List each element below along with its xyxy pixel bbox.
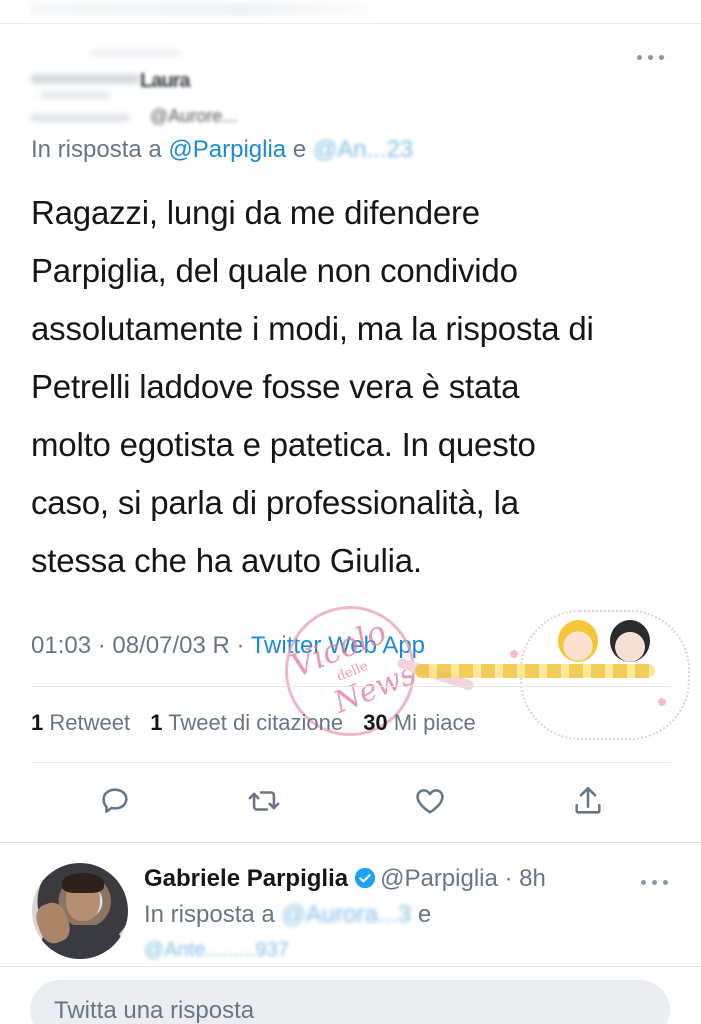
quote-stat[interactable]: 1 Tweet di citazione [150, 710, 343, 735]
obscured-fragment [30, 2, 390, 16]
obscuring-scribble [30, 114, 130, 122]
obscured-mention-link[interactable]: @Ante.........937 [144, 939, 289, 962]
tweet-text-line: Ragazzi, lungi da me difendere [31, 194, 480, 231]
reply-context: In risposta a @Aurora...3 e [144, 901, 431, 929]
mention-link[interactable]: @Parpiglia [168, 136, 286, 163]
tweet-stats: 1 Retweet 1 Tweet di citazione 30 Mi pia… [31, 710, 476, 736]
tweet-text-line: Parpiglia, del quale non condivido [31, 252, 518, 289]
chibi-logo [415, 610, 690, 740]
retweet-stat[interactable]: 1 Retweet [31, 710, 130, 735]
tweet-timestamp[interactable]: 01:03 · 08/07/03 R [31, 632, 230, 659]
author-handle[interactable]: @Aurore... [150, 106, 237, 127]
likes-stat[interactable]: 30 Mi piace [363, 710, 476, 735]
sparkle-icon [510, 650, 518, 658]
author-name[interactable]: Laura [140, 70, 190, 93]
reply-composer[interactable] [30, 980, 670, 1024]
dark-hair-character-icon [610, 620, 650, 662]
obscuring-scribble [90, 50, 180, 56]
avatar[interactable] [32, 863, 128, 959]
reply-timestamp[interactable]: · 8h [505, 865, 546, 892]
reply-context: In risposta a @Parpiglia e @An...23 [31, 136, 413, 164]
tweet-text-line: Petrelli laddove fosse vera è stata [31, 368, 520, 405]
tweet-actions [0, 776, 701, 826]
tweet-text-line: stessa che ha avuto Giulia. [31, 542, 422, 579]
reply-connector: e [292, 136, 307, 163]
reply-author-handle[interactable]: @Parpiglia [380, 865, 498, 892]
obscuring-scribble [30, 74, 140, 84]
obscured-mention-link[interactable]: @An...23 [313, 136, 413, 163]
reply-connector: e [417, 901, 432, 928]
reply-input[interactable] [54, 996, 614, 1024]
previous-content-strip [0, 0, 701, 24]
tweet-text: Ragazzi, lungi da me difendere Parpiglia… [31, 184, 681, 590]
tweet-text-line: molto egotista e patetica. In questo [31, 426, 536, 463]
tweet-text-line: caso, si parla di professionalità, la [31, 484, 519, 521]
obscuring-scribble [40, 92, 110, 99]
tweet-text-line: assolutamente i modi, ma la risposta di [31, 310, 594, 347]
share-icon[interactable] [571, 784, 605, 818]
logo-banner [415, 664, 655, 678]
tweet-author[interactable]: Laura @Aurore... [30, 44, 630, 134]
more-options-icon[interactable] [641, 877, 671, 887]
verified-badge-icon [354, 867, 376, 889]
reply-author-name[interactable]: Gabriele Parpiglia [144, 865, 348, 892]
reply-header: Gabriele Parpiglia @Parpiglia · 8h [144, 865, 546, 893]
divider [31, 686, 671, 687]
obscured-mention-link[interactable]: @Aurora...3 [281, 901, 411, 928]
retweet-icon[interactable] [247, 784, 281, 818]
divider [31, 762, 671, 763]
more-options-icon[interactable] [637, 52, 667, 62]
main-tweet: Laura @Aurore... In risposta a @Parpigli… [0, 24, 701, 842]
meta-separator: · [236, 632, 245, 659]
reply-icon[interactable] [98, 784, 132, 818]
like-icon[interactable] [413, 784, 447, 818]
reply-prefix: In risposta a [31, 136, 162, 163]
blonde-character-icon [558, 620, 598, 662]
sparkle-icon [658, 698, 666, 706]
reply-tweet[interactable]: Gabriele Parpiglia @Parpiglia · 8h In ris… [0, 843, 701, 963]
divider [0, 966, 701, 967]
reply-prefix: In risposta a [144, 901, 275, 928]
